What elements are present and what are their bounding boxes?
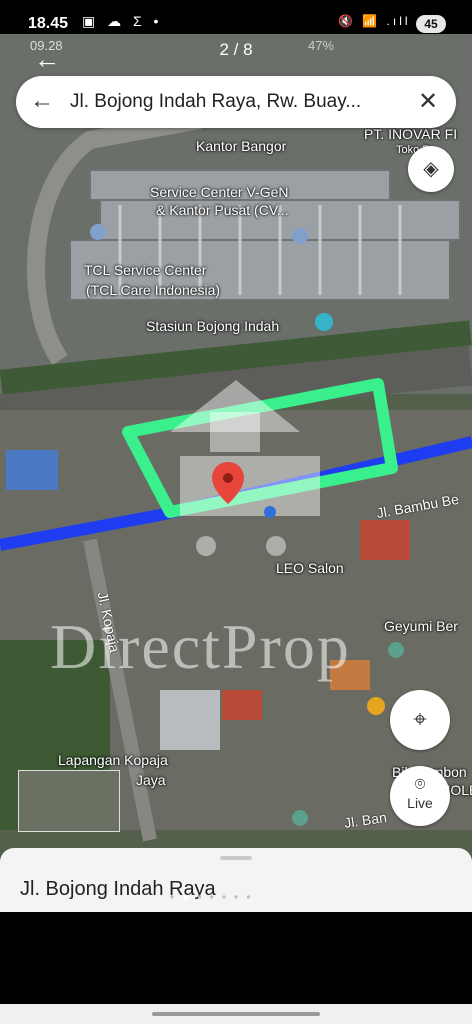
map-label-tcl-1[interactable]: TCL Service Center — [84, 262, 206, 278]
status-time: 18.45 — [28, 15, 69, 32]
map-label-geyumi[interactable]: Geyumi Ber — [384, 618, 458, 634]
notification-icons: ▣ ☁ Σ • — [82, 13, 163, 29]
map-label-service-center-2[interactable]: & Kantor Pusat (CV... — [156, 202, 289, 218]
map-label-lapangan[interactable]: Lapangan Kopaja — [58, 752, 168, 768]
battery-icon: 45 — [416, 15, 446, 33]
map-label-service-center-1[interactable]: Service Center V-GeN — [150, 184, 289, 200]
live-pin-icon: ⌾ — [414, 774, 426, 794]
map-label-stasiun[interactable]: Stasiun Bojong Indah — [146, 318, 279, 334]
map-label-kantor-bangor[interactable]: Kantor Bangor — [196, 138, 286, 154]
live-view-button[interactable]: ⌾ Live — [390, 766, 450, 826]
map-label-leo-salon[interactable]: LEO Salon — [276, 560, 344, 576]
layers-icon: ◈ — [423, 158, 439, 180]
search-query[interactable]: Jl. Bojong Indah Raya, Rw. Buay... — [70, 91, 410, 113]
my-location-button[interactable]: ⌖ — [390, 690, 450, 750]
map-label-inovar[interactable]: PT. INOVAR FI — [364, 126, 457, 142]
map-label-jaya[interactable]: Jaya — [136, 772, 166, 788]
back-arrow-icon[interactable]: ← — [30, 87, 54, 115]
gallery-page-dots: •●••••• — [170, 890, 259, 904]
status-bar: 18.45 ▣ ☁ Σ • 🔇 📶 .ıll 45 — [0, 0, 472, 36]
gallery-counter: 2 / 8 — [219, 40, 253, 59]
search-bar[interactable]: ← Jl. Bojong Indah Raya, Rw. Buay... ✕ — [16, 76, 456, 128]
live-label: Live — [407, 795, 433, 811]
crosshair-icon: ⌖ — [413, 706, 427, 733]
sheet-drag-handle[interactable] — [220, 856, 252, 860]
home-gesture-bar[interactable] — [152, 1012, 320, 1016]
street-view-thumbnail[interactable] — [18, 770, 120, 832]
navigation-bar — [0, 1004, 472, 1024]
signal-icons: 🔇 📶 .ıll — [338, 14, 411, 28]
close-icon[interactable]: ✕ — [418, 87, 438, 116]
map-label-tcl-2[interactable]: (TCL Care Indonesia) — [86, 282, 220, 298]
layers-button[interactable]: ◈ — [408, 146, 454, 192]
watermark-text: DirectProp — [50, 611, 351, 682]
